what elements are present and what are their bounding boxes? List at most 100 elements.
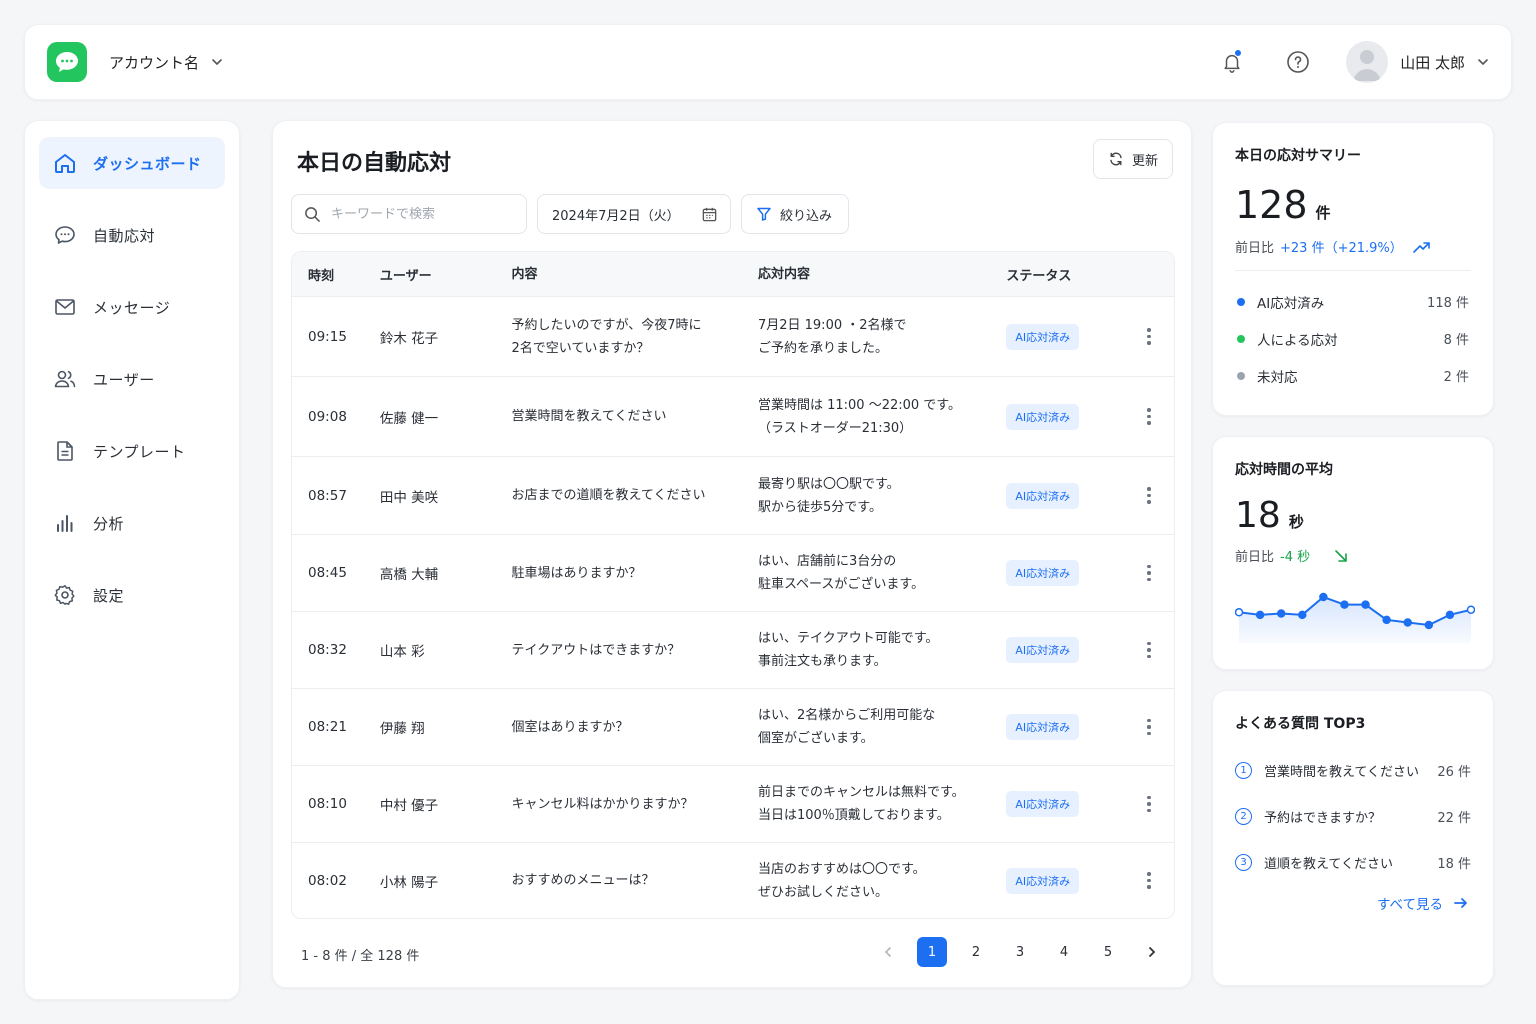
- status-badge: AI応対済み: [1006, 714, 1080, 740]
- faq-count: 18 件: [1437, 856, 1471, 872]
- next-page-button[interactable]: [1137, 937, 1167, 967]
- user-menu[interactable]: 山田 太郎: [1346, 41, 1489, 83]
- sidebar-item-messages[interactable]: メッセージ: [39, 281, 225, 333]
- chevron-down-icon: [1478, 59, 1488, 66]
- more-vertical-icon: [1147, 795, 1151, 813]
- row-more-button[interactable]: [1124, 872, 1174, 889]
- faq-item[interactable]: 2 予約はできますか？ 22 件: [1235, 793, 1471, 839]
- reply-line: （ラストオーダー21:30）: [757, 420, 913, 436]
- sidebar-item-label: 分析: [93, 514, 125, 533]
- row-status: AI応対済み: [1006, 403, 1124, 430]
- sidebar-item-analytics[interactable]: 分析: [39, 497, 225, 549]
- reply-line: ぜひお試しください。: [757, 884, 888, 900]
- table-row[interactable]: 08:32 山本 彩 テイクアウトはできますか？ はい、テイクアウト可能です。 事前注文…: [292, 611, 1174, 688]
- summary-total-unit: 件: [1315, 204, 1331, 222]
- reply-line: 前日までのキャンセルは無料です。: [757, 785, 965, 800]
- table-row[interactable]: 08:21 伊藤 翔 個室はありますか？ はい、2名様からご利用可能な 個室がございます…: [292, 688, 1174, 765]
- sidebar-item-dashboard[interactable]: ダッシュボード: [39, 137, 225, 189]
- faq-item[interactable]: 1 営業時間を教えてください 26 件: [1235, 747, 1471, 793]
- row-content: お店までの道順を教えてください: [512, 484, 758, 507]
- search-box[interactable]: [291, 194, 527, 234]
- chevron-left-icon: [884, 947, 891, 957]
- sidebar-item-auto-response[interactable]: 自動応対: [39, 209, 225, 261]
- row-user: 田中 美咲: [379, 489, 439, 506]
- refresh-label: 更新: [1131, 153, 1158, 169]
- date-value: 2024年7月2日（火）: [552, 208, 680, 224]
- more-vertical-icon: [1147, 328, 1151, 345]
- status-dot: [1237, 371, 1245, 380]
- sparkline-point: [1424, 620, 1434, 630]
- breakdown-row: AI応対済み 118 件: [1235, 283, 1471, 320]
- breakdown-label: 人による応対: [1257, 332, 1338, 349]
- response-table: 時刻 ユーザー 内容 応対内容 ステータス 09:15 鈴木 花子 予約したいのです…: [291, 251, 1175, 919]
- sidebar-item-templates[interactable]: テンプレート: [39, 425, 225, 477]
- column-header-status: ステータス: [1006, 268, 1072, 284]
- refresh-icon: [1110, 152, 1122, 166]
- status-dot: [1237, 334, 1245, 343]
- sidebar-item-users[interactable]: ユーザー: [39, 353, 225, 405]
- page-button-5[interactable]: 5: [1093, 937, 1123, 967]
- table-row[interactable]: 08:02 小林 陽子 おすすめのメニューは？ 当店のおすすめは〇〇です。 ぜひお試しく…: [292, 842, 1174, 918]
- row-more-button[interactable]: [1124, 408, 1174, 425]
- prev-page-button[interactable]: [873, 937, 903, 967]
- account-switcher[interactable]: アカウント名: [109, 52, 223, 73]
- row-time: 09:15: [308, 328, 347, 345]
- reply-line: 駐車スペースがございます。: [757, 577, 925, 592]
- content-line: お店までの道順を教えてください: [511, 488, 706, 503]
- reply-line: はい、店舗前に3台分の: [757, 554, 897, 569]
- page-button-1[interactable]: 1: [917, 937, 947, 967]
- row-more-button[interactable]: [1124, 718, 1174, 736]
- table-row[interactable]: 09:15 鈴木 花子 予約したいのですが、今夜7時に 2名で空いていますか？ 7月2日…: [292, 296, 1174, 376]
- sidebar-item-label: テンプレート: [93, 442, 186, 461]
- pagination: 12345: [873, 937, 1167, 967]
- summary-total-value: 128: [1235, 183, 1308, 227]
- row-reply: 営業時間は 11:00 〜22:00 です。 （ラストオーダー21:30）: [758, 394, 1006, 440]
- app-logo-icon[interactable]: [47, 42, 87, 82]
- table-toolbar: 2024年7月2日（火） 絞り込み: [291, 194, 849, 234]
- chat-icon: [55, 226, 75, 244]
- row-more-button[interactable]: [1124, 564, 1174, 582]
- status-dot: [1237, 297, 1245, 306]
- search-input[interactable]: [331, 206, 491, 222]
- page-title: 本日の自動応対: [297, 151, 452, 176]
- sidebar-item-settings[interactable]: 設定: [39, 569, 225, 621]
- avg-time-title: 応対時間の平均: [1235, 462, 1333, 478]
- help-button[interactable]: [1282, 46, 1314, 78]
- sparkline-point: [1340, 600, 1349, 609]
- avg-time-delta-prefix: 前日比: [1235, 550, 1275, 565]
- summary-delta-value: +23 件（+21.9%）: [1280, 241, 1403, 256]
- row-status: AI応対済み: [1006, 560, 1124, 586]
- row-more-button[interactable]: [1124, 641, 1174, 659]
- row-more-button[interactable]: [1124, 487, 1174, 504]
- see-all-link[interactable]: すべて見る: [1235, 893, 1471, 913]
- filter-button[interactable]: 絞り込み: [741, 194, 849, 234]
- page-button-4[interactable]: 4: [1049, 937, 1079, 967]
- arrow-right-icon: [1454, 898, 1467, 908]
- table-row[interactable]: 08:45 高橋 大輔 駐車場はありますか？ はい、店舗前に3台分の 駐車スペースがござ…: [292, 534, 1174, 611]
- faq-item[interactable]: 3 道順を教えてください 18 件: [1235, 839, 1471, 885]
- row-more-button[interactable]: [1124, 795, 1174, 813]
- table-row[interactable]: 08:57 田中 美咲 お店までの道順を教えてください 最寄り駅は〇〇駅です。 駅から徒…: [292, 456, 1174, 534]
- table-row[interactable]: 09:08 佐藤 健一 営業時間を教えてください 営業時間は 11:00 〜22:00…: [292, 376, 1174, 456]
- column-header-user: ユーザー: [379, 268, 432, 284]
- summary-delta-prefix: 前日比: [1235, 241, 1275, 256]
- row-more-button[interactable]: [1124, 328, 1174, 345]
- refresh-button[interactable]: 更新: [1092, 139, 1173, 179]
- content-line: キャンセル料はかかりますか？: [511, 796, 694, 812]
- date-picker[interactable]: 2024年7月2日（火）: [537, 194, 731, 234]
- table-row[interactable]: 08:10 中村 優子 キャンセル料はかかりますか？ 前日までのキャンセルは無料です。…: [292, 765, 1174, 842]
- help-icon: [1287, 51, 1310, 73]
- rank-number: 3: [1235, 853, 1252, 871]
- avg-time-card: 応対時間の平均 18 秒 前日比 -4 秒: [1212, 436, 1494, 670]
- notification-button[interactable]: [1216, 46, 1248, 78]
- page-button-2[interactable]: 2: [961, 937, 991, 967]
- content-line: 予約したいのですが、今夜7時に: [511, 317, 702, 333]
- column-header-content: 内容: [511, 266, 538, 282]
- row-time: 08:57: [308, 487, 347, 504]
- reply-line: はい、テイクアウト可能です。: [757, 631, 939, 646]
- status-badge: AI応対済み: [1006, 323, 1080, 350]
- row-status: AI応対済み: [1006, 637, 1124, 663]
- row-user: 鈴木 花子: [379, 330, 439, 347]
- page-button-3[interactable]: 3: [1005, 937, 1035, 967]
- sidebar-item-label: ダッシュボード: [93, 154, 202, 173]
